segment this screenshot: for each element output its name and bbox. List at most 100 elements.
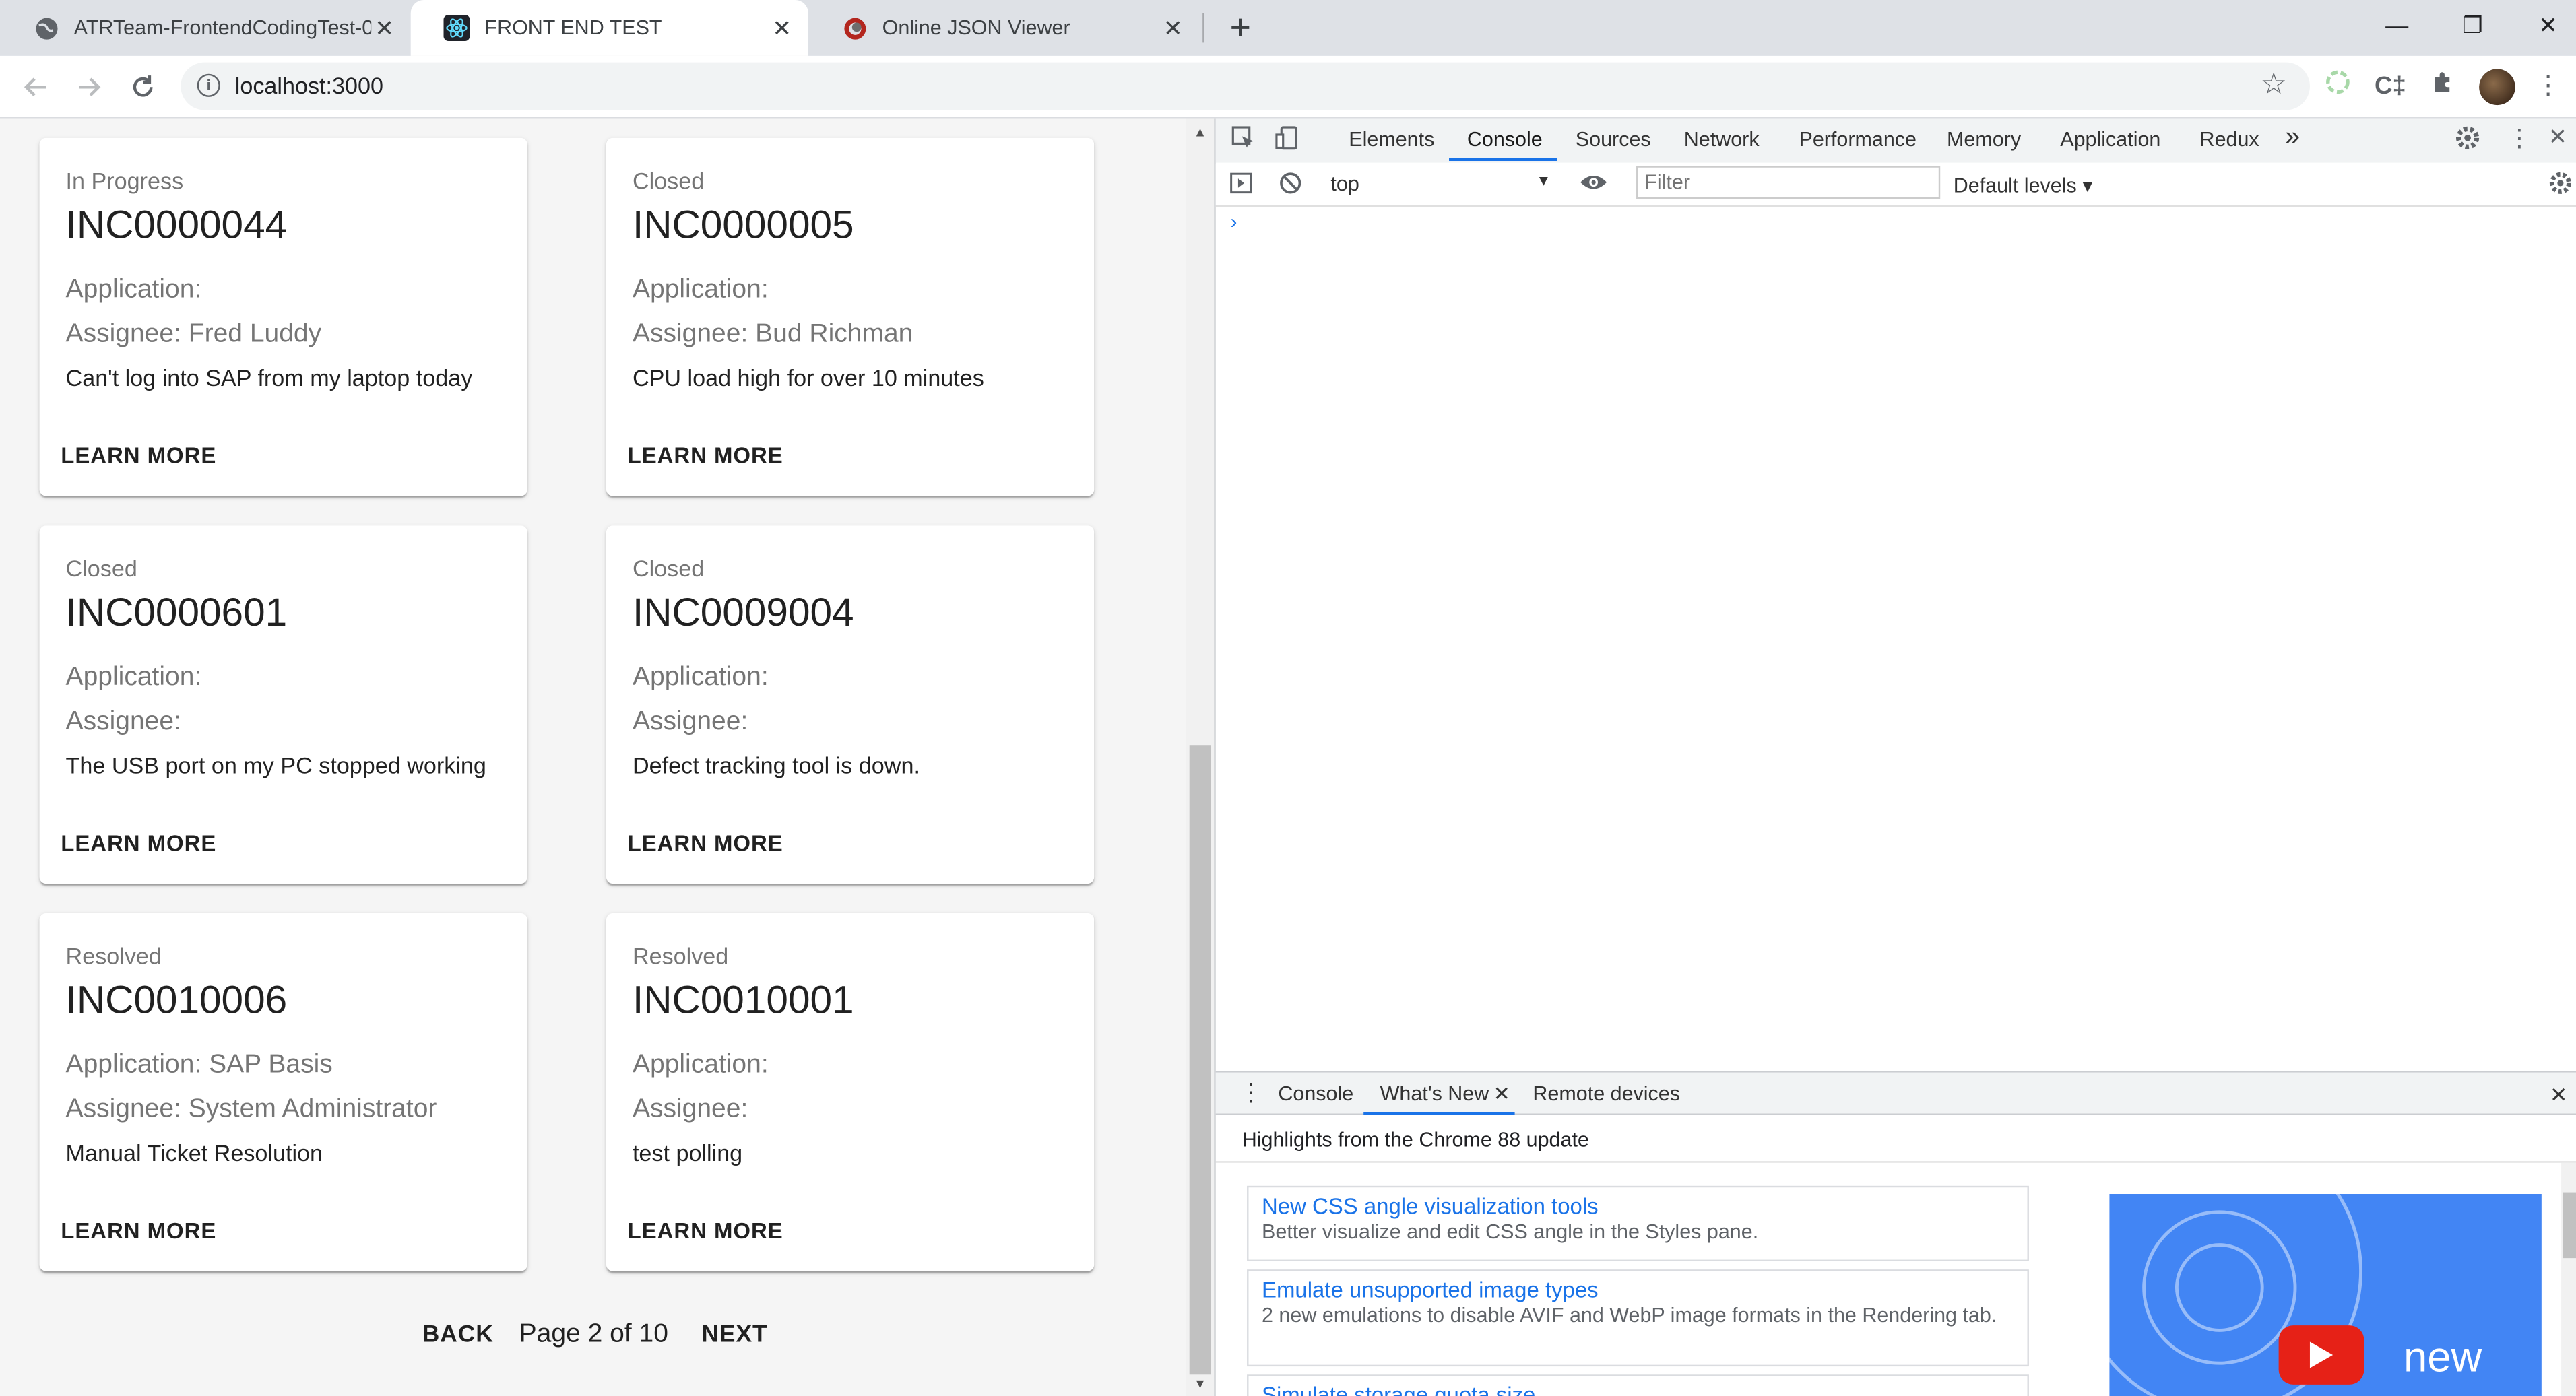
close-icon[interactable]: ✕	[769, 14, 795, 42]
scroll-up-icon[interactable]: ▲	[1186, 121, 1214, 144]
youtube-play-icon[interactable]	[2278, 1325, 2364, 1385]
bookmark-star-icon[interactable]: ☆	[2260, 67, 2286, 102]
scrollbar-thumb[interactable]	[1189, 745, 1211, 1375]
drawer-tab-console[interactable]: Console	[1278, 1082, 1353, 1105]
extensions-puzzle-icon[interactable]	[2425, 69, 2461, 105]
learn-more-button[interactable]: LEARN MORE	[619, 1212, 791, 1250]
drawer-close-icon[interactable]: ✕	[2550, 1082, 2568, 1108]
incident-card: Resolved INC0010001 Application: Assigne…	[606, 912, 1095, 1271]
log-levels-select[interactable]: Default levels ▾	[1954, 172, 2093, 197]
browser-menu-icon[interactable]: ⋮	[2530, 69, 2567, 105]
feature-title[interactable]: Emulate unsupported image types	[1262, 1277, 2014, 1302]
whats-new-video-thumbnail[interactable]: new	[2109, 1194, 2542, 1396]
divider	[1215, 1161, 2576, 1163]
incident-description: The USB port on my PC stopped working	[65, 752, 486, 778]
feature-card[interactable]: Simulate storage quota size	[1247, 1374, 2029, 1396]
learn-more-button[interactable]: LEARN MORE	[53, 1212, 224, 1250]
incident-number: INC0009004	[632, 591, 854, 636]
live-expression-eye-icon[interactable]	[1579, 169, 1609, 200]
page-scrollbar[interactable]: ▲ ▼	[1186, 118, 1215, 1396]
devtools-close-icon[interactable]: ✕	[2548, 123, 2568, 151]
browser-tab-atrteam[interactable]: ATRTeam-FrontendCodingTest-0: ✕	[0, 0, 411, 56]
feature-title[interactable]: New CSS angle visualization tools	[1262, 1194, 2014, 1219]
feature-description: Better visualize and edit CSS angle in t…	[1261, 1220, 1759, 1244]
new-tab-button[interactable]: +	[1219, 7, 1262, 49]
incident-description: CPU load high for over 10 minutes	[632, 364, 984, 391]
incident-application: Application:	[65, 663, 202, 692]
whats-new-heading: Highlights from the Chrome 88 update	[1242, 1128, 1589, 1152]
feature-card[interactable]: New CSS angle visualization tools Better…	[1247, 1185, 2029, 1261]
inspect-element-icon[interactable]	[1231, 125, 1257, 156]
incident-number: INC0010001	[632, 978, 854, 1024]
drawer-tab-whats-new[interactable]: What's New	[1380, 1082, 1489, 1105]
drawer-tab-remote-devices[interactable]: Remote devices	[1533, 1082, 1680, 1105]
tab-title: FRONT END TEST	[484, 16, 662, 40]
browser-tab-json-viewer[interactable]: Online JSON Viewer ✕	[808, 0, 1199, 56]
incident-description: Can't log into SAP from my laptop today	[65, 364, 473, 391]
close-icon[interactable]: ✕	[371, 14, 397, 42]
feature-title[interactable]: Simulate storage quota size	[1262, 1383, 2014, 1396]
tab-application[interactable]: Application	[2060, 128, 2160, 151]
learn-more-button[interactable]: LEARN MORE	[53, 824, 224, 862]
tab-elements[interactable]: Elements	[1349, 128, 1434, 151]
extension-spinner-icon[interactable]	[2320, 69, 2356, 105]
incident-number: INC0000044	[65, 203, 288, 248]
address-bar[interactable]: i localhost:3000 ☆	[181, 62, 2310, 110]
devtools-menu-icon[interactable]: ⋮	[2507, 123, 2532, 152]
drawer-scrollbar[interactable]	[2561, 1162, 2576, 1396]
incident-status: Closed	[632, 555, 705, 582]
learn-more-button[interactable]: LEARN MORE	[619, 824, 791, 862]
incident-status: Closed	[632, 167, 705, 194]
reload-icon[interactable]	[121, 66, 164, 108]
close-icon[interactable]: ✕	[1493, 1082, 1510, 1105]
clear-console-icon[interactable]	[1278, 171, 1303, 201]
context-select[interactable]: top ▼	[1330, 172, 1551, 195]
incident-description: Manual Ticket Resolution	[65, 1139, 323, 1166]
devtools-tab-bar: Elements Console Sources Network Perform…	[1215, 118, 2576, 164]
drawer-menu-icon[interactable]: ⋮	[1239, 1077, 1264, 1106]
forward-arrow-icon[interactable]	[67, 66, 110, 108]
incident-card: Closed INC0000005 Application: Assignee:…	[606, 137, 1095, 496]
extension-c-icon[interactable]: C‡	[2373, 69, 2409, 105]
incident-card: Resolved INC0010006 Application: SAP Bas…	[39, 912, 527, 1271]
sidebar-toggle-icon[interactable]	[1229, 171, 1254, 201]
tab-console[interactable]: Console	[1467, 128, 1543, 151]
tab-memory[interactable]: Memory	[1947, 128, 2021, 151]
learn-more-button[interactable]: LEARN MORE	[619, 437, 791, 475]
tab-network[interactable]: Network	[1684, 128, 1760, 151]
feature-card[interactable]: Emulate unsupported image types 2 new em…	[1247, 1269, 2029, 1367]
context-value: top	[1330, 172, 1359, 196]
incident-page: In Progress INC0000044 Application: Assi…	[0, 118, 1186, 1396]
tab-title: Online JSON Viewer	[882, 16, 1070, 40]
incident-number: INC0000601	[65, 591, 288, 636]
incident-number: INC0000005	[632, 203, 854, 248]
profile-avatar[interactable]	[2479, 69, 2515, 106]
chevron-down-icon: ▼	[1536, 172, 1551, 189]
scrollbar-thumb[interactable]	[2563, 1192, 2576, 1259]
incident-application: Application:	[65, 275, 202, 304]
back-button[interactable]: BACK	[422, 1322, 494, 1348]
restore-button[interactable]: ❐	[2435, 0, 2510, 49]
incident-application: Application:	[632, 1051, 769, 1079]
incident-description: Defect tracking tool is down.	[632, 752, 920, 778]
device-toolbar-icon[interactable]	[1275, 125, 1301, 156]
url-text[interactable]: localhost:3000	[235, 72, 383, 98]
scroll-down-icon[interactable]: ▼	[1186, 1373, 1214, 1396]
settings-gear-icon[interactable]	[2455, 125, 2481, 156]
tab-sources[interactable]: Sources	[1576, 128, 1651, 151]
incident-number: INC0010006	[65, 978, 288, 1024]
console-settings-gear-icon[interactable]	[2548, 171, 2573, 201]
tab-redux[interactable]: Redux	[2200, 128, 2259, 151]
tab-performance[interactable]: Performance	[1799, 128, 1917, 151]
back-arrow-icon[interactable]	[15, 66, 57, 108]
window-close-button[interactable]: ✕	[2510, 0, 2576, 49]
more-tabs-icon[interactable]: »	[2285, 123, 2300, 153]
browser-tab-front-end-test[interactable]: FRONT END TEST ✕	[410, 0, 808, 56]
next-button[interactable]: NEXT	[701, 1322, 767, 1348]
minimize-button[interactable]: —	[2359, 0, 2435, 49]
close-icon[interactable]: ✕	[1160, 14, 1186, 42]
site-info-icon[interactable]: i	[197, 73, 220, 97]
learn-more-button[interactable]: LEARN MORE	[53, 437, 224, 475]
console-filter-input[interactable]	[1636, 166, 1941, 199]
console-prompt[interactable]: ›	[1231, 210, 1237, 233]
